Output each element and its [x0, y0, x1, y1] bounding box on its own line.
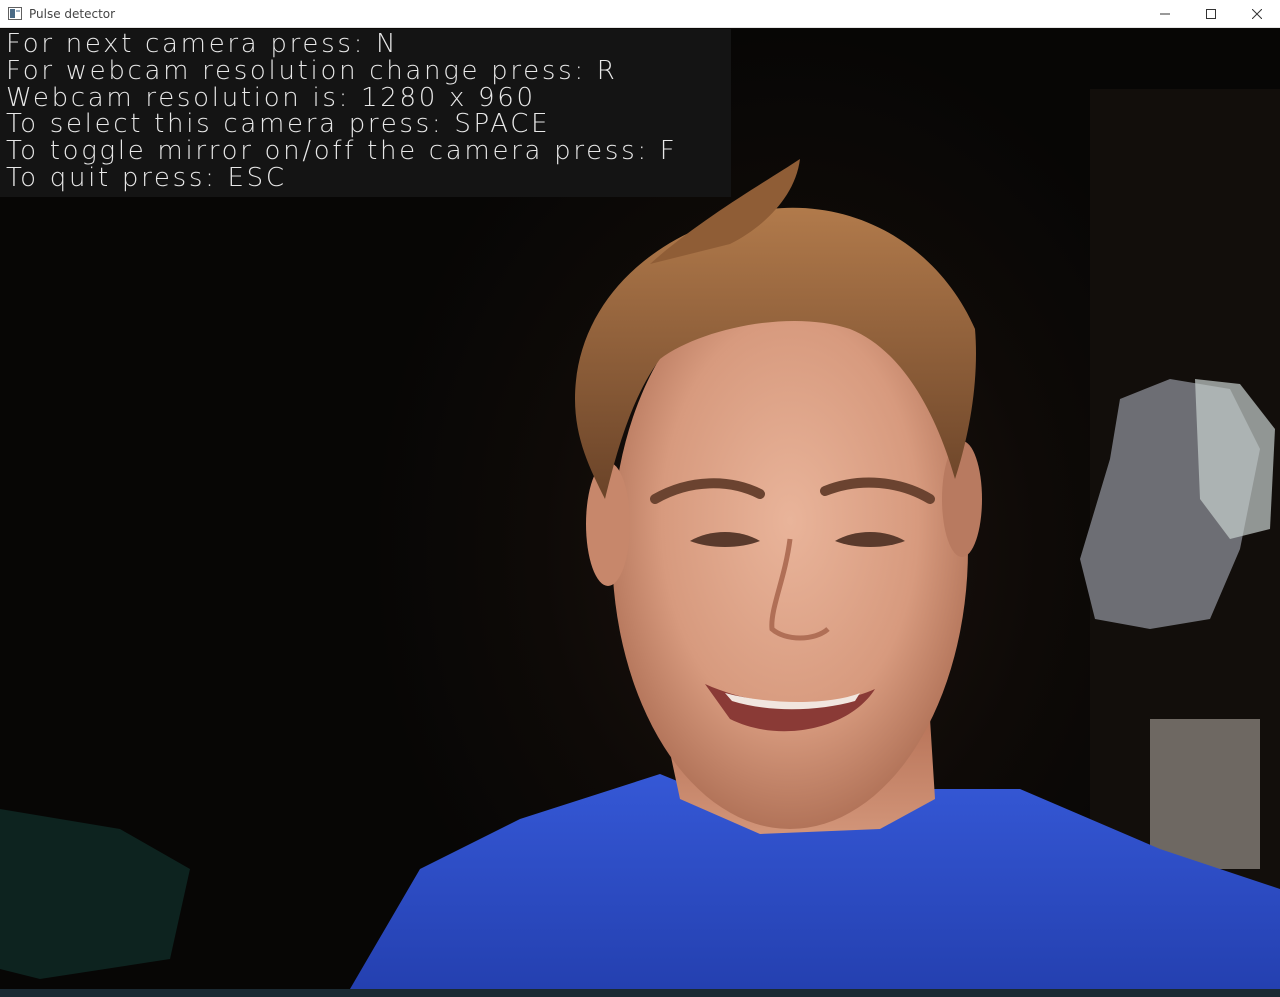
- close-button[interactable]: [1234, 0, 1280, 28]
- window-title: Pulse detector: [29, 7, 116, 21]
- minimize-button[interactable]: [1142, 0, 1188, 28]
- close-icon: [1252, 9, 1262, 19]
- title-bar[interactable]: Pulse detector: [0, 0, 1280, 28]
- instruction-resolution-change: For webcam resolution change press: R: [6, 55, 618, 86]
- maximize-icon: [1206, 9, 1216, 19]
- app-icon: [8, 7, 22, 20]
- window-bottom-edge: [0, 989, 1280, 997]
- app-window: Pulse detector For next camera press: N …: [0, 0, 1280, 997]
- instruction-select-camera: To select this camera press: SPACE: [6, 109, 551, 140]
- minimize-icon: [1160, 9, 1170, 19]
- instruction-resolution-value: Webcam resolution is: 1280 x 960: [6, 82, 536, 113]
- instruction-toggle-mirror: To toggle mirror on/off the camera press…: [6, 136, 678, 167]
- instruction-next-camera: For next camera press: N: [6, 29, 399, 59]
- instructions-list: For next camera press: N For webcam reso…: [6, 31, 677, 192]
- instruction-quit: To quit press: ESC: [6, 162, 287, 193]
- maximize-button[interactable]: [1188, 0, 1234, 28]
